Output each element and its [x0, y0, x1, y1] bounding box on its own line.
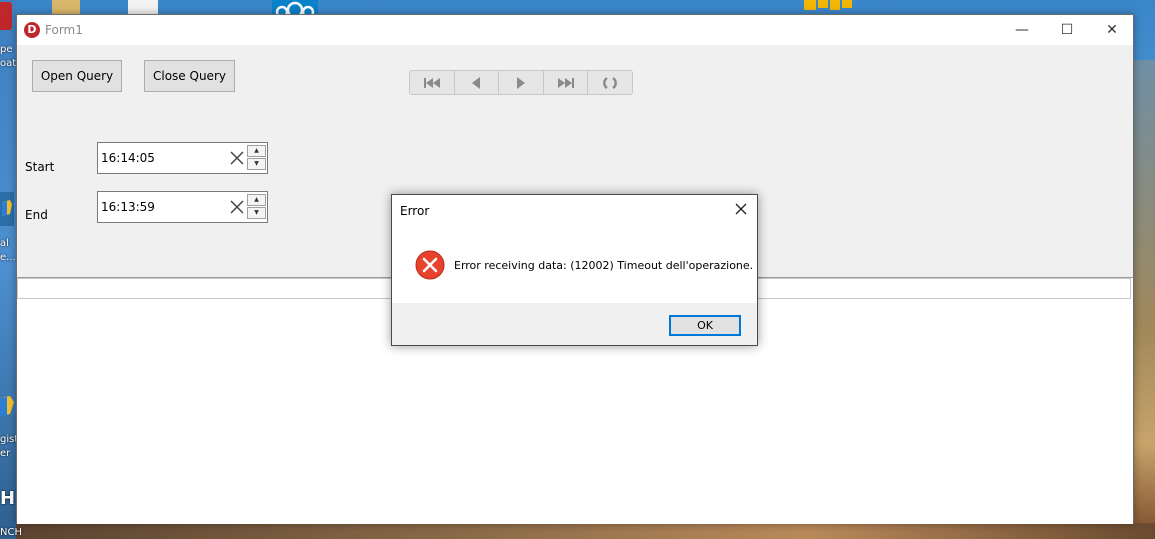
maximize-button[interactable]: ☐ [1044, 15, 1090, 45]
last-record-button[interactable] [544, 71, 589, 94]
next-icon [516, 76, 525, 89]
desktop-label: NCH [0, 527, 22, 538]
desktop-label: er [0, 448, 11, 459]
open-query-button[interactable]: Open Query [32, 60, 122, 92]
minimize-button[interactable]: — [999, 15, 1045, 45]
start-label: Start [25, 160, 55, 174]
window-title: Form1 [45, 23, 83, 37]
title-bar[interactable]: D Form1 — ☐ ✕ [17, 15, 1133, 45]
app-shortcut-icon[interactable] [804, 0, 854, 15]
minimize-icon: — [1015, 22, 1029, 38]
dialog-message: Error receiving data: (12002) Timeout de… [454, 259, 754, 272]
error-dialog: Error Error receiving data: (12002) Time… [391, 194, 758, 346]
prior-record-button[interactable] [455, 71, 500, 94]
previous-icon [472, 76, 481, 89]
end-time-picker[interactable]: 16:13:59 ▲ ▼ [97, 191, 268, 223]
end-label: End [25, 208, 48, 222]
refresh-button[interactable] [588, 71, 632, 94]
desktop-label: al [0, 238, 9, 249]
ok-button[interactable]: OK [669, 315, 741, 336]
time-spinner[interactable]: ▲ ▼ [247, 194, 266, 220]
maximize-icon: ☐ [1060, 22, 1074, 38]
start-time-value[interactable]: 16:14:05 [101, 151, 155, 165]
desktop-app-icon[interactable] [0, 2, 12, 30]
time-spinner[interactable]: ▲ ▼ [247, 145, 266, 171]
clear-icon[interactable] [229, 199, 245, 215]
skip-first-icon [423, 77, 440, 88]
spin-up-icon[interactable]: ▲ [247, 194, 266, 206]
clear-icon[interactable] [229, 150, 245, 166]
close-icon: ✕ [1106, 22, 1118, 38]
desktop-label: pe [0, 44, 13, 55]
skip-last-icon [557, 77, 574, 88]
shield-icon[interactable] [0, 192, 14, 229]
start-time-picker[interactable]: 16:14:05 ▲ ▼ [97, 142, 268, 174]
desktop-label: e... [0, 252, 16, 263]
folder-icon[interactable] [52, 0, 80, 14]
close-icon[interactable] [733, 201, 749, 217]
desktop-label: oat [0, 58, 17, 69]
dialog-footer: OK [392, 303, 757, 345]
close-query-button[interactable]: Close Query [144, 60, 235, 92]
spin-up-icon[interactable]: ▲ [247, 145, 266, 157]
next-record-button[interactable] [499, 71, 544, 94]
shield-icon[interactable] [0, 388, 14, 425]
desktop-scenery-bottom [0, 523, 1155, 539]
error-icon [415, 250, 445, 280]
app-icon: D [24, 22, 40, 38]
spin-down-icon[interactable]: ▼ [247, 207, 266, 219]
db-navigator [409, 70, 633, 95]
spin-down-icon[interactable]: ▼ [247, 158, 266, 170]
desktop-label: H [0, 488, 16, 509]
refresh-icon [603, 76, 618, 89]
close-window-button[interactable]: ✕ [1089, 15, 1135, 45]
end-time-value[interactable]: 16:13:59 [101, 200, 155, 214]
document-icon[interactable] [128, 0, 158, 14]
dialog-title: Error [400, 204, 430, 218]
first-record-button[interactable] [410, 71, 455, 94]
